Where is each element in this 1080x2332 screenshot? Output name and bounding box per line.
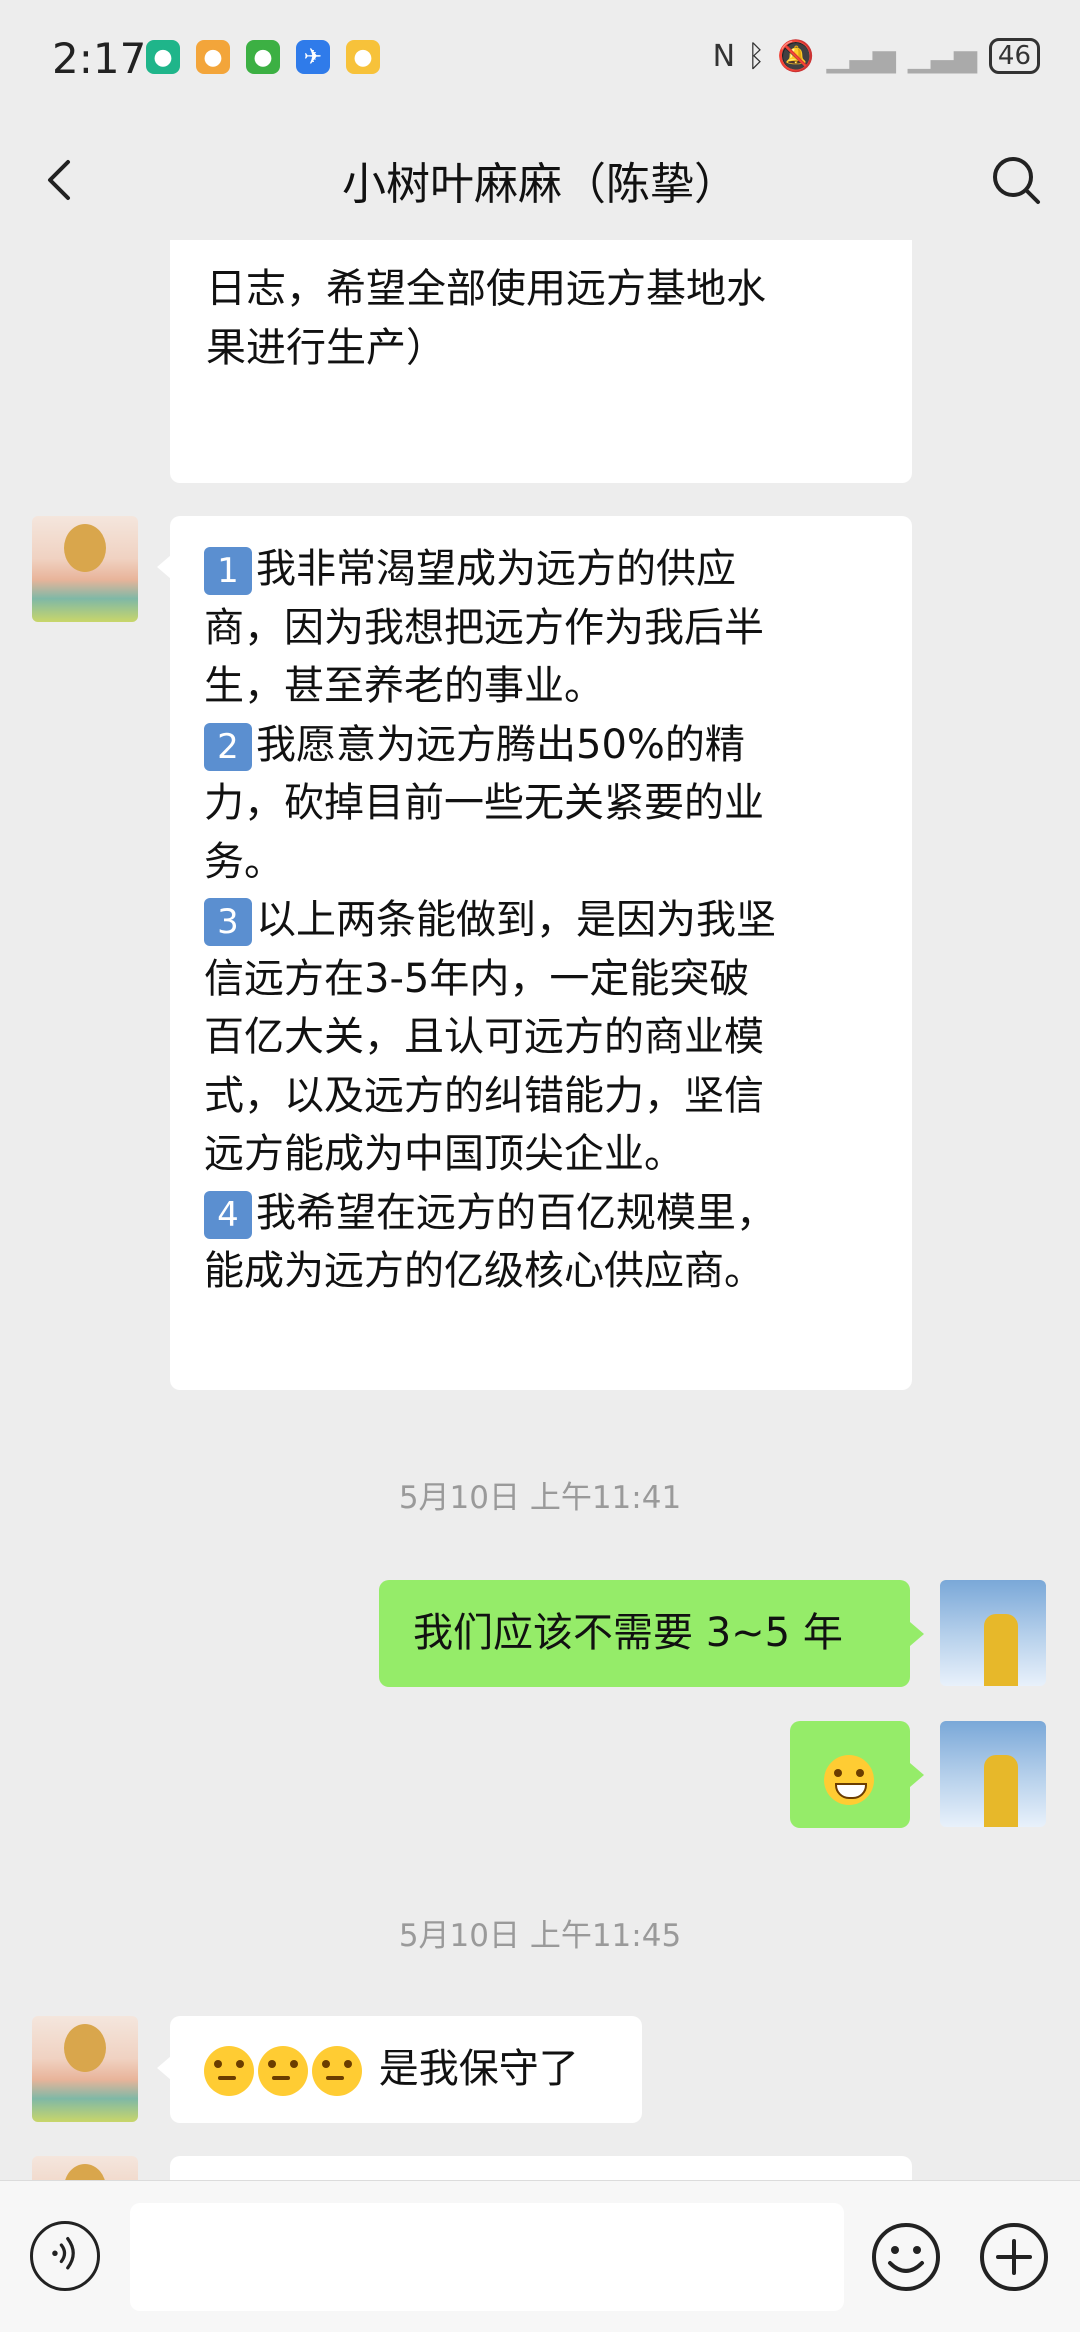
message-bubble-sent[interactable]: 我们应该不需要 3~5 年 — [379, 1580, 910, 1687]
message-line: 能成为远方的亿级核心供应商。 — [204, 1248, 764, 1294]
keycap-1-icon: 1 — [204, 547, 252, 595]
message-line: 1 我非常渴望成为远方的供应 — [204, 540, 892, 599]
message-bubble[interactable] — [170, 2156, 912, 2180]
chat-list[interactable]: 日志，希望全部使用远方基地水 果进行生产） 1 我非常渴望成为远方的供应 商，因为… — [0, 240, 1080, 2180]
voice-icon — [52, 2237, 75, 2270]
thinking-emoji-icon — [204, 2046, 254, 2096]
avatar[interactable] — [32, 2156, 138, 2180]
voice-input-button[interactable] — [30, 2221, 100, 2291]
message-line: 远方能成为中国顶尖企业。 — [204, 1131, 684, 1177]
more-plus-button[interactable] — [978, 2221, 1050, 2293]
message-line: 4 我希望在远方的百亿规模里， — [204, 1184, 892, 1243]
message-bubble[interactable]: 1 我非常渴望成为远方的供应 商，因为我想把远方作为我后半 生，甚至养老的事业。 … — [170, 516, 912, 1390]
message-text: 我们应该不需要 3~5 年 — [413, 1610, 843, 1656]
notification-icons: ● ● ● ✈ ● — [146, 40, 380, 74]
app-notify-icon: ● — [146, 40, 180, 74]
message-bubble-sent[interactable] — [790, 1721, 910, 1828]
emoji-button[interactable] — [870, 2221, 942, 2293]
keycap-3-icon: 3 — [204, 898, 252, 946]
signal-icon: ▁▃▅ — [907, 38, 977, 74]
system-indicators: N ᛒ 🔕 ▁▃▅ ▁▃▅ 46 — [713, 38, 1040, 74]
message-line: 生，甚至养老的事业。 — [204, 663, 604, 709]
bubble-tail — [157, 2056, 171, 2080]
thinking-emoji-icon — [312, 2046, 362, 2096]
message-line: 务。 — [204, 838, 284, 885]
search-icon[interactable] — [988, 152, 1044, 208]
bluetooth-icon: ᛒ — [747, 38, 766, 74]
message-bubble[interactable]: 日志，希望全部使用远方基地水 果进行生产） — [170, 240, 912, 483]
message-line: 3 以上两条能做到，是因为我坚 — [204, 891, 892, 950]
message-bubble[interactable]: 是我保守了 — [170, 2016, 642, 2123]
bubble-tail — [157, 555, 171, 579]
avatar-me[interactable] — [940, 1721, 1046, 1827]
app-notify-icon: ● — [246, 40, 280, 74]
battery-icon: 46 — [988, 38, 1040, 74]
bubble-tail — [910, 1622, 924, 1646]
message-line: 商，因为我想把远方作为我后半 — [204, 604, 764, 651]
grin-emoji-icon — [824, 1755, 874, 1805]
input-bar — [0, 2180, 1080, 2332]
chat-header: 小树叶麻麻（陈挚） — [0, 120, 1080, 240]
avatar[interactable] — [32, 516, 138, 622]
status-bar: 2:17 ● ● ● ✈ ● N ᛒ 🔕 ▁▃▅ ▁▃▅ 46 — [0, 0, 1080, 120]
bubble-tail — [910, 1763, 924, 1787]
keycap-4-icon: 4 — [204, 1190, 252, 1239]
plane-icon: ✈ — [296, 40, 330, 74]
status-time: 2:17 — [52, 34, 147, 83]
timestamp: 5月10日 上午11:41 — [398, 1480, 682, 1516]
message-text: 日志，希望全部使用远方基地水 果进行生产） — [206, 266, 766, 371]
thinking-emoji-icon — [258, 2046, 308, 2096]
message-line: 信远方在3-5年内，一定能突破 — [204, 955, 750, 1002]
signal-icon: ▁▃▅ — [826, 38, 896, 74]
message-text: 是我保守了 — [378, 2046, 579, 2092]
avatar[interactable] — [32, 2016, 138, 2122]
message-line: 力，砍掉目前一些无关紧要的业 — [204, 780, 764, 826]
mute-icon: 🔕 — [777, 38, 815, 74]
message-line: 式，以及远方的纠错能力，坚信 — [204, 1072, 764, 1119]
app-notify-icon: ● — [196, 40, 230, 74]
app-notify-icon: ● — [346, 40, 380, 74]
message-line: 2 我愿意为远方腾出50%的精 — [204, 716, 892, 775]
avatar-me[interactable] — [940, 1580, 1046, 1686]
timestamp: 5月10日 上午11:45 — [398, 1918, 682, 1954]
message-input[interactable] — [130, 2203, 844, 2311]
chat-title: 小树叶麻麻（陈挚） — [342, 159, 738, 210]
keycap-2-icon: 2 — [204, 722, 252, 771]
message-line: 百亿大关，且认可远方的商业模 — [204, 1014, 764, 1060]
nfc-icon: N — [712, 38, 736, 74]
